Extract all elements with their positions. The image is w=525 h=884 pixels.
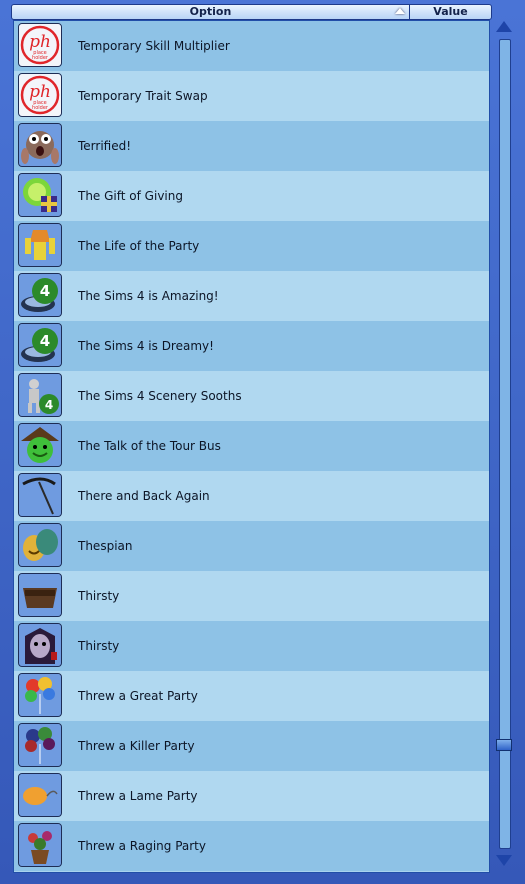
lampshade-sim-icon	[18, 223, 62, 267]
svg-text:4: 4	[45, 398, 53, 412]
list-item[interactable]: Threw a Lame Party	[14, 771, 489, 821]
svg-text:4: 4	[40, 282, 50, 300]
vertical-scrollbar[interactable]	[493, 17, 514, 870]
scroll-thumb[interactable]	[496, 739, 512, 751]
list-item[interactable]: 4 The Sims 4 is Amazing!	[14, 271, 489, 321]
vampire-icon	[18, 623, 62, 667]
list-item[interactable]: The Gift of Giving	[14, 171, 489, 221]
gift-plumbob-icon	[18, 173, 62, 217]
list-item[interactable]: The Life of the Party	[14, 221, 489, 271]
list-item-label: Threw a Great Party	[78, 689, 198, 703]
list-item-label: The Sims 4 is Dreamy!	[78, 339, 214, 353]
value-header-label: Value	[433, 5, 468, 18]
scroll-down-button[interactable]	[493, 851, 514, 870]
list-item-label: Terrified!	[78, 139, 132, 153]
placeholder-icon: ph place holder	[18, 73, 62, 117]
list-item-label: Threw a Killer Party	[78, 739, 195, 753]
balloons-icon	[18, 673, 62, 717]
list-item[interactable]: Threw a Great Party	[14, 671, 489, 721]
terrified-face-icon	[18, 123, 62, 167]
list-item[interactable]: There and Back Again	[14, 471, 489, 521]
option-header-label: Option	[189, 5, 232, 18]
list-item-label: Thirsty	[78, 639, 120, 653]
list-item[interactable]: Threw a Killer Party	[14, 721, 489, 771]
bathtub-icon	[18, 573, 62, 617]
flower-pot-icon	[18, 823, 62, 867]
svg-text:holder: holder	[32, 55, 49, 61]
list-item[interactable]: 4 The Sims 4 is Dreamy!	[14, 321, 489, 371]
dark-balloons-icon	[18, 723, 62, 767]
list-item[interactable]: The Talk of the Tour Bus	[14, 421, 489, 471]
scroll-track[interactable]	[499, 39, 511, 849]
deflated-balloon-icon	[18, 773, 62, 817]
list-item-label: Temporary Trait Swap	[78, 89, 208, 103]
value-column-header[interactable]: Value	[410, 5, 491, 19]
sort-ascending-icon[interactable]	[395, 8, 405, 14]
sims4-logo-icon: 4	[18, 323, 62, 367]
sims4-logo-icon: 4	[18, 273, 62, 317]
svg-text:ph: ph	[29, 82, 51, 102]
list-item[interactable]: ph place holder Temporary Skill Multiplie…	[14, 21, 489, 71]
list-item-label: The Sims 4 Scenery Sooths	[78, 389, 242, 403]
list-item-label: The Sims 4 is Amazing!	[78, 289, 219, 303]
list-item[interactable]: 4 The Sims 4 Scenery Sooths	[14, 371, 489, 421]
list-item[interactable]: ph place holder Temporary Trait Swap	[14, 71, 489, 121]
options-list: ph place holder Temporary Skill Multiplie…	[13, 20, 490, 873]
scroll-up-button[interactable]	[493, 17, 514, 36]
option-column-header[interactable]: Option	[12, 5, 410, 19]
list-item-label: The Life of the Party	[78, 239, 200, 253]
list-item[interactable]: Thirsty	[14, 621, 489, 671]
list-item[interactable]: Terrified!	[14, 121, 489, 171]
list-item[interactable]: Thespian	[14, 521, 489, 571]
list-item-label: Thespian	[78, 539, 133, 553]
arrow-down-icon	[496, 855, 512, 866]
list-item-label: The Talk of the Tour Bus	[78, 439, 221, 453]
list-item-label: The Gift of Giving	[78, 189, 183, 203]
theater-masks-icon	[18, 523, 62, 567]
sims4-astronaut-icon: 4	[18, 373, 62, 417]
list-item-label: Temporary Skill Multiplier	[78, 39, 230, 53]
svg-text:ph: ph	[29, 32, 51, 52]
options-panel: Option Value ph place holder Temporary Sk…	[0, 0, 525, 884]
list-item[interactable]: Thirsty	[14, 571, 489, 621]
list-item-label: Threw a Lame Party	[78, 789, 198, 803]
list-item-label: Thirsty	[78, 589, 120, 603]
house-plumbob-icon	[18, 423, 62, 467]
list-item[interactable]: Threw a Raging Party	[14, 821, 489, 871]
svg-text:holder: holder	[32, 105, 49, 111]
table-header: Option Value	[11, 4, 492, 20]
list-item-label: There and Back Again	[78, 489, 210, 503]
placeholder-icon: ph place holder	[18, 23, 62, 67]
svg-text:4: 4	[40, 332, 50, 350]
list-item-label: Threw a Raging Party	[78, 839, 206, 853]
scythe-icon	[18, 473, 62, 517]
arrow-up-icon	[496, 21, 512, 32]
